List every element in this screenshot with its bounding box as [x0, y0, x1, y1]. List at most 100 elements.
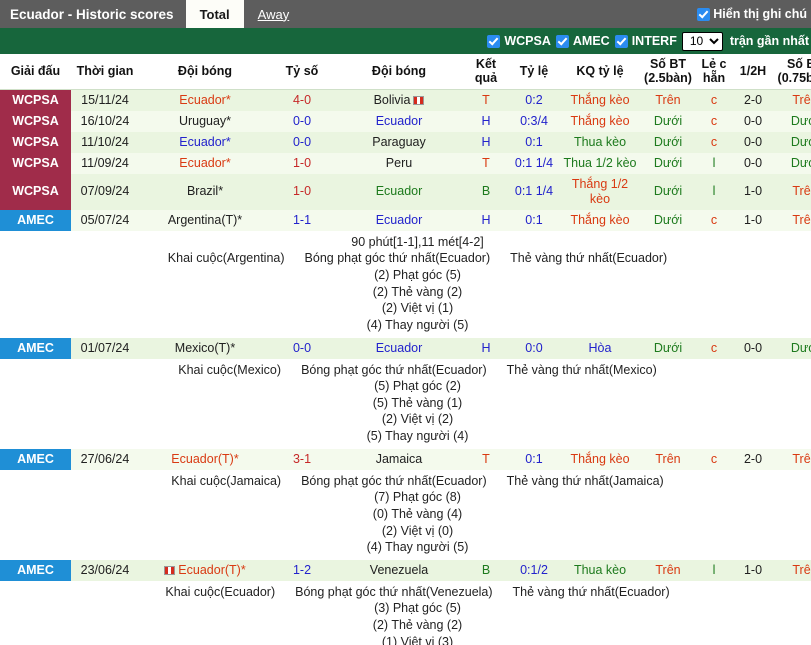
filter-amec-checkbox[interactable] [555, 34, 569, 48]
home-team[interactable]: Argentina(T)* [139, 209, 271, 231]
over-under-25: Dưới [639, 209, 697, 231]
league-badge[interactable]: AMEC [0, 559, 71, 581]
match-notes-row: Khai cuộc(Jamaica) Bóng phạt góc thứ nhất… [0, 469, 811, 560]
tab-away[interactable]: Away [244, 0, 304, 28]
col-league[interactable]: Giải đấu [0, 54, 71, 90]
league-badge[interactable]: WCPSA [0, 89, 71, 111]
col-half[interactable]: 1/2H [731, 54, 775, 90]
notes-headline-item: Thẻ vàng thứ nhất(Ecuador) [510, 251, 668, 266]
show-notes-control[interactable]: Hiển thị ghi chú [697, 0, 811, 28]
away-team[interactable]: Ecuador [333, 110, 465, 132]
home-team[interactable]: Brazil* [139, 173, 271, 210]
col-away[interactable]: Đội bóng [333, 54, 465, 90]
home-team[interactable]: Ecuador* [139, 131, 271, 153]
league-badge[interactable]: WCPSA [0, 152, 71, 174]
table-row[interactable]: WCPSA 16/10/24 Uruguay* 0-0 Ecuador H 0:3/4 Thắ… [0, 110, 811, 132]
notes-stat-line: (5) Thẻ vàng (1) [372, 395, 463, 410]
away-team[interactable]: Ecuador [333, 209, 465, 231]
match-score[interactable]: 1-0 [271, 173, 333, 210]
half-time-score: 0-0 [731, 110, 775, 132]
match-notes: Khai cuộc(Jamaica) Bóng phạt góc thứ nhất… [0, 473, 811, 556]
table-body: WCPSA 15/11/24 Ecuador* 4-0 Bolivia T 0:2 Thắng… [0, 89, 811, 645]
match-score[interactable]: 0-0 [271, 131, 333, 153]
match-score[interactable]: 0-0 [271, 110, 333, 132]
match-notes-cell: Khai cuộc(Jamaica) Bóng phạt góc thứ nhất… [0, 469, 811, 560]
away-team[interactable]: Ecuador [333, 173, 465, 210]
home-team[interactable]: Ecuador(T)* [139, 448, 271, 470]
over-under-25: Trên [639, 559, 697, 581]
league-badge[interactable]: AMEC [0, 448, 71, 470]
match-notes-row: 90 phút[1-1],11 mét[4-2] Khai cuộc(Argent… [0, 230, 811, 338]
table-row[interactable]: AMEC 01/07/24 Mexico(T)* 0-0 Ecuador H 0:0 Hòa D… [0, 337, 811, 359]
notes-headline: Khai cuộc(Jamaica) Bóng phạt góc thứ nhất… [0, 473, 811, 490]
match-notes-cell: Khai cuộc(Ecuador) Bóng phạt góc thứ nhất… [0, 580, 811, 645]
match-count-select[interactable]: 10203050 [681, 31, 723, 51]
over-under-075: Trên [775, 173, 811, 210]
half-time-score: 2-0 [731, 89, 775, 111]
show-notes-checkbox[interactable] [697, 7, 711, 21]
match-score[interactable]: 4-0 [271, 89, 333, 111]
handicap-result: Hòa [561, 337, 639, 359]
match-score[interactable]: 1-2 [271, 559, 333, 581]
notes-stat-line: (7) Phạt góc (8) [374, 490, 461, 505]
table-row[interactable]: AMEC 05/07/24 Argentina(T)* 1-1 Ecuador H 0:1 T… [0, 209, 811, 231]
col-home[interactable]: Đội bóng [139, 54, 271, 90]
col-odd-even[interactable]: Lẻ c hẵn [697, 54, 731, 90]
table-row[interactable]: AMEC 27/06/24 Ecuador(T)* 3-1 Jamaica T 0:1 Thắ… [0, 448, 811, 470]
match-score[interactable]: 1-0 [271, 152, 333, 174]
col-bt-25[interactable]: Số BT (2.5bàn) [639, 54, 697, 90]
filter-wcpsa-checkbox[interactable] [487, 34, 501, 48]
home-team[interactable]: Ecuador* [139, 152, 271, 174]
match-notes-row: Khai cuộc(Ecuador) Bóng phạt góc thứ nhất… [0, 580, 811, 645]
handicap-ratio: 0:3/4 [507, 110, 561, 132]
table-row[interactable]: WCPSA 11/10/24 Ecuador* 0-0 Paraguay H 0:1 Thua… [0, 131, 811, 153]
header-row: Giải đấu Thời gian Đội bóng Tỷ số Đội bó… [0, 54, 811, 90]
home-team[interactable]: Ecuador* [139, 89, 271, 111]
col-kq-ratio[interactable]: KQ tỷ lệ [561, 54, 639, 90]
show-notes-label: Hiển thị ghi chú [713, 7, 807, 21]
away-team[interactable]: Ecuador [333, 337, 465, 359]
table-row[interactable]: AMEC 23/06/24 Ecuador(T)* 1-2 Venezuela B 0:1/… [0, 559, 811, 581]
league-badge[interactable]: AMEC [0, 337, 71, 359]
away-team[interactable]: Venezuela [333, 559, 465, 581]
handicap-result: Thắng kèo [561, 209, 639, 231]
filter-amec[interactable]: AMEC [555, 34, 610, 48]
match-date: 16/10/24 [71, 110, 139, 132]
notes-headline-item: Khai cuộc(Ecuador) [165, 584, 276, 599]
filter-wcpsa[interactable]: WCPSA [487, 34, 551, 48]
league-badge[interactable]: WCPSA [0, 110, 71, 132]
filter-interf[interactable]: INTERF [614, 34, 677, 48]
league-badge[interactable]: WCPSA [0, 131, 71, 153]
tab-total[interactable]: Total [185, 0, 244, 28]
match-score[interactable]: 1-1 [271, 209, 333, 231]
col-bt-075[interactable]: Số BT (0.75bàn) [775, 54, 811, 90]
match-date: 11/09/24 [71, 152, 139, 174]
odd-even: l [697, 173, 731, 210]
home-team[interactable]: Uruguay* [139, 110, 271, 132]
match-score[interactable]: 0-0 [271, 337, 333, 359]
match-notes-row: Khai cuộc(Mexico) Bóng phạt góc thứ nhất(… [0, 358, 811, 449]
away-team[interactable]: Bolivia [333, 89, 465, 111]
handicap-ratio: 0:2 [507, 89, 561, 111]
col-result[interactable]: Kết quả [465, 54, 507, 90]
handicap-ratio: 0:1 1/4 [507, 152, 561, 174]
match-date: 23/06/24 [71, 559, 139, 581]
away-team[interactable]: Paraguay [333, 131, 465, 153]
table-row[interactable]: WCPSA 15/11/24 Ecuador* 4-0 Bolivia T 0:2 Thắng… [0, 89, 811, 111]
home-team[interactable]: Mexico(T)* [139, 337, 271, 359]
filter-interf-checkbox[interactable] [614, 34, 628, 48]
league-badge[interactable]: WCPSA [0, 173, 71, 210]
home-team[interactable]: Ecuador(T)* [139, 559, 271, 581]
col-score[interactable]: Tỷ số [271, 54, 333, 90]
notes-stat-line: (5) Phạt góc (2) [374, 379, 461, 394]
odd-even: c [697, 110, 731, 132]
col-ratio[interactable]: Tỷ lệ [507, 54, 561, 90]
league-badge[interactable]: AMEC [0, 209, 71, 231]
table-row[interactable]: WCPSA 11/09/24 Ecuador* 1-0 Peru T 0:1 1/4 Thua… [0, 152, 811, 174]
away-team[interactable]: Peru [333, 152, 465, 174]
away-team[interactable]: Jamaica [333, 448, 465, 470]
table-row[interactable]: WCPSA 07/09/24 Brazil* 1-0 Ecuador B 0:1 1/4 Th… [0, 173, 811, 210]
handicap-result: Thua 1/2 kèo [561, 152, 639, 174]
col-time[interactable]: Thời gian [71, 54, 139, 90]
match-score[interactable]: 3-1 [271, 448, 333, 470]
